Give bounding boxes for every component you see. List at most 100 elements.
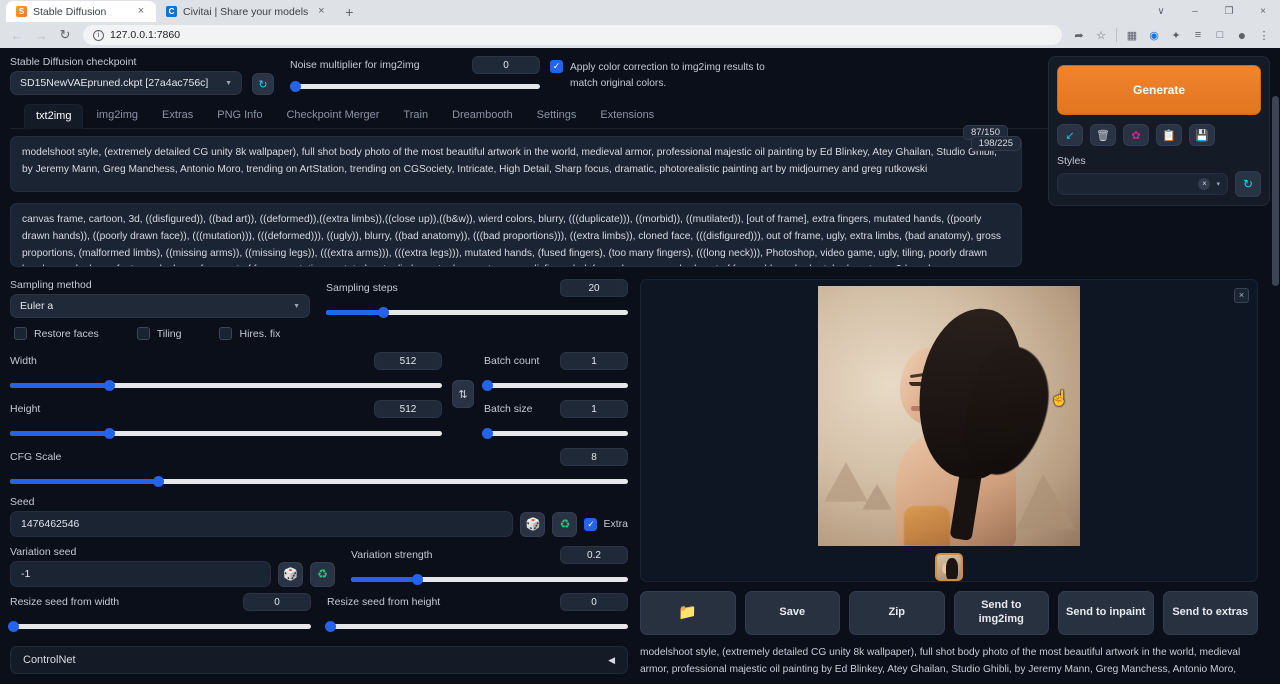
clipboard-icon[interactable]: 📋 (1156, 124, 1182, 146)
variation-strength-value[interactable]: 0.2 (560, 546, 628, 564)
refresh-styles-icon[interactable]: ↻ (1235, 171, 1261, 197)
extension-blue-icon[interactable]: ◉ (1144, 25, 1164, 45)
tab-train[interactable]: Train (392, 104, 439, 128)
hires-fix-checkbox[interactable] (219, 327, 232, 340)
media-control-icon[interactable]: ▦ (1122, 25, 1142, 45)
share-icon[interactable]: ➦ (1069, 25, 1089, 45)
resize-seed-width-value[interactable]: 0 (243, 593, 311, 611)
resize-seed-width-slider[interactable] (10, 620, 311, 632)
styles-select[interactable]: × ▾ (1057, 173, 1228, 195)
slider-knob[interactable] (482, 428, 493, 439)
tab-dreambooth[interactable]: Dreambooth (441, 104, 524, 128)
batch-size-value[interactable]: 1 (560, 400, 628, 418)
save-style-icon[interactable]: 💾 (1189, 124, 1215, 146)
bookmark-star-icon[interactable]: ☆ (1091, 25, 1111, 45)
close-icon[interactable]: × (134, 5, 148, 19)
batch-count-value[interactable]: 1 (560, 352, 628, 370)
seed-recycle-icon[interactable]: ♻ (552, 512, 577, 537)
slider-knob[interactable] (104, 380, 115, 391)
swap-dimensions-icon[interactable]: ⇅ (452, 380, 474, 408)
generated-image[interactable]: ☝ (818, 286, 1080, 546)
noise-multiplier-slider[interactable] (290, 80, 540, 92)
trash-icon[interactable]: 🗑 (1090, 124, 1116, 146)
batch-count-slider[interactable] (484, 379, 628, 391)
slider-knob[interactable] (153, 476, 164, 487)
seed-input[interactable]: 1476462546 (10, 511, 513, 537)
forward-icon[interactable]: → (30, 24, 52, 46)
window-close-icon[interactable]: × (1246, 0, 1280, 22)
maximize-icon[interactable]: ❐ (1212, 0, 1246, 22)
seed-dice-icon[interactable]: 🎲 (520, 512, 545, 537)
close-icon[interactable]: × (314, 5, 328, 19)
cfg-scale-value[interactable]: 8 (560, 448, 628, 466)
slider-knob[interactable] (104, 428, 115, 439)
slider-knob[interactable] (378, 307, 389, 318)
color-correction-group[interactable]: ✓ Apply color correction to img2img resu… (550, 56, 780, 92)
extensions-puzzle-icon[interactable]: ✦ (1166, 25, 1186, 45)
send-to-inpaint-button[interactable]: Send to inpaint (1058, 591, 1154, 635)
positive-prompt-input[interactable]: modelshoot style, (extremely detailed CG… (10, 136, 1022, 192)
width-slider[interactable] (10, 379, 442, 391)
height-slider[interactable] (10, 427, 442, 439)
close-preview-icon[interactable]: × (1234, 288, 1249, 303)
slider-knob[interactable] (8, 621, 19, 632)
slider-knob[interactable] (290, 81, 301, 92)
tiling-toggle[interactable]: Tiling (137, 327, 182, 340)
slider-knob[interactable] (412, 574, 423, 585)
width-value[interactable]: 512 (374, 352, 442, 370)
browser-menu-icon[interactable]: ⋮ (1254, 25, 1274, 45)
side-panel-icon[interactable]: □ (1210, 25, 1230, 45)
controlnet-accordion[interactable]: ControlNet ◀ (10, 646, 628, 674)
batch-size-slider[interactable] (484, 427, 628, 439)
cfg-scale-slider[interactable] (10, 475, 628, 487)
reload-icon[interactable]: ↻ (54, 24, 76, 46)
tab-extensions[interactable]: Extensions (589, 104, 665, 128)
restore-faces-toggle[interactable]: Restore faces (14, 327, 99, 340)
resize-seed-height-value[interactable]: 0 (560, 593, 628, 611)
hires-fix-toggle[interactable]: Hires. fix (219, 327, 280, 340)
collapse-arrow-icon[interactable]: ◀ (608, 655, 615, 666)
clear-styles-icon[interactable]: × (1198, 178, 1210, 190)
refresh-checkpoint-icon[interactable]: ↻ (252, 73, 274, 95)
noise-multiplier-value[interactable]: 0 (472, 56, 540, 74)
browser-tab-civitai[interactable]: C Civitai | Share your models × (156, 1, 336, 22)
seed-extra-checkbox[interactable]: ✓ (584, 518, 597, 531)
browser-tab-stable-diffusion[interactable]: S Stable Diffusion × (6, 1, 156, 22)
slider-knob[interactable] (325, 621, 336, 632)
height-value[interactable]: 512 (374, 400, 442, 418)
chevron-down-icon[interactable]: ▾ (1216, 180, 1220, 188)
tab-png-info[interactable]: PNG Info (206, 104, 273, 128)
image-thumbnail[interactable] (935, 553, 963, 581)
variation-seed-dice-icon[interactable]: 🎲 (278, 562, 303, 587)
minimize-icon[interactable]: – (1178, 0, 1212, 22)
tab-settings[interactable]: Settings (526, 104, 588, 128)
open-folder-button[interactable]: 📁 (640, 591, 736, 635)
page-scrollbar[interactable] (1271, 96, 1280, 684)
seed-extra-toggle[interactable]: ✓ Extra (584, 518, 628, 531)
color-correction-checkbox[interactable]: ✓ (550, 60, 563, 73)
profile-avatar-icon[interactable]: ● (1232, 25, 1252, 45)
palette-icon[interactable]: ✿ (1123, 124, 1149, 146)
restore-faces-checkbox[interactable] (14, 327, 27, 340)
scrollbar-thumb[interactable] (1272, 96, 1279, 286)
tab-extras[interactable]: Extras (151, 104, 204, 128)
generate-button[interactable]: Generate (1057, 65, 1261, 115)
variation-seed-input[interactable]: -1 (10, 561, 271, 587)
slider-knob[interactable] (482, 380, 493, 391)
save-button[interactable]: Save (745, 591, 841, 635)
new-tab-button[interactable]: + (338, 2, 360, 22)
negative-prompt-input[interactable]: canvas frame, cartoon, 3d, ((disfigured)… (10, 203, 1022, 267)
tab-txt2img[interactable]: txt2img (24, 104, 83, 129)
address-bar[interactable]: i 127.0.0.1:7860 (83, 25, 1062, 45)
tab-checkpoint-merger[interactable]: Checkpoint Merger (275, 104, 390, 128)
variation-seed-recycle-icon[interactable]: ♻ (310, 562, 335, 587)
checkpoint-select[interactable]: SD15NewVAEpruned.ckpt [27a4ac756c] ▼ (10, 71, 242, 95)
variation-strength-slider[interactable] (351, 573, 628, 585)
tab-search-icon[interactable]: ∨ (1144, 0, 1178, 22)
send-to-img2img-button[interactable]: Send to img2img (954, 591, 1050, 635)
arrow-down-left-icon[interactable]: ↙ (1057, 124, 1083, 146)
sampling-steps-value[interactable]: 20 (560, 279, 628, 297)
resize-seed-height-slider[interactable] (327, 620, 628, 632)
back-icon[interactable]: ← (6, 24, 28, 46)
tab-img2img[interactable]: img2img (85, 104, 149, 128)
